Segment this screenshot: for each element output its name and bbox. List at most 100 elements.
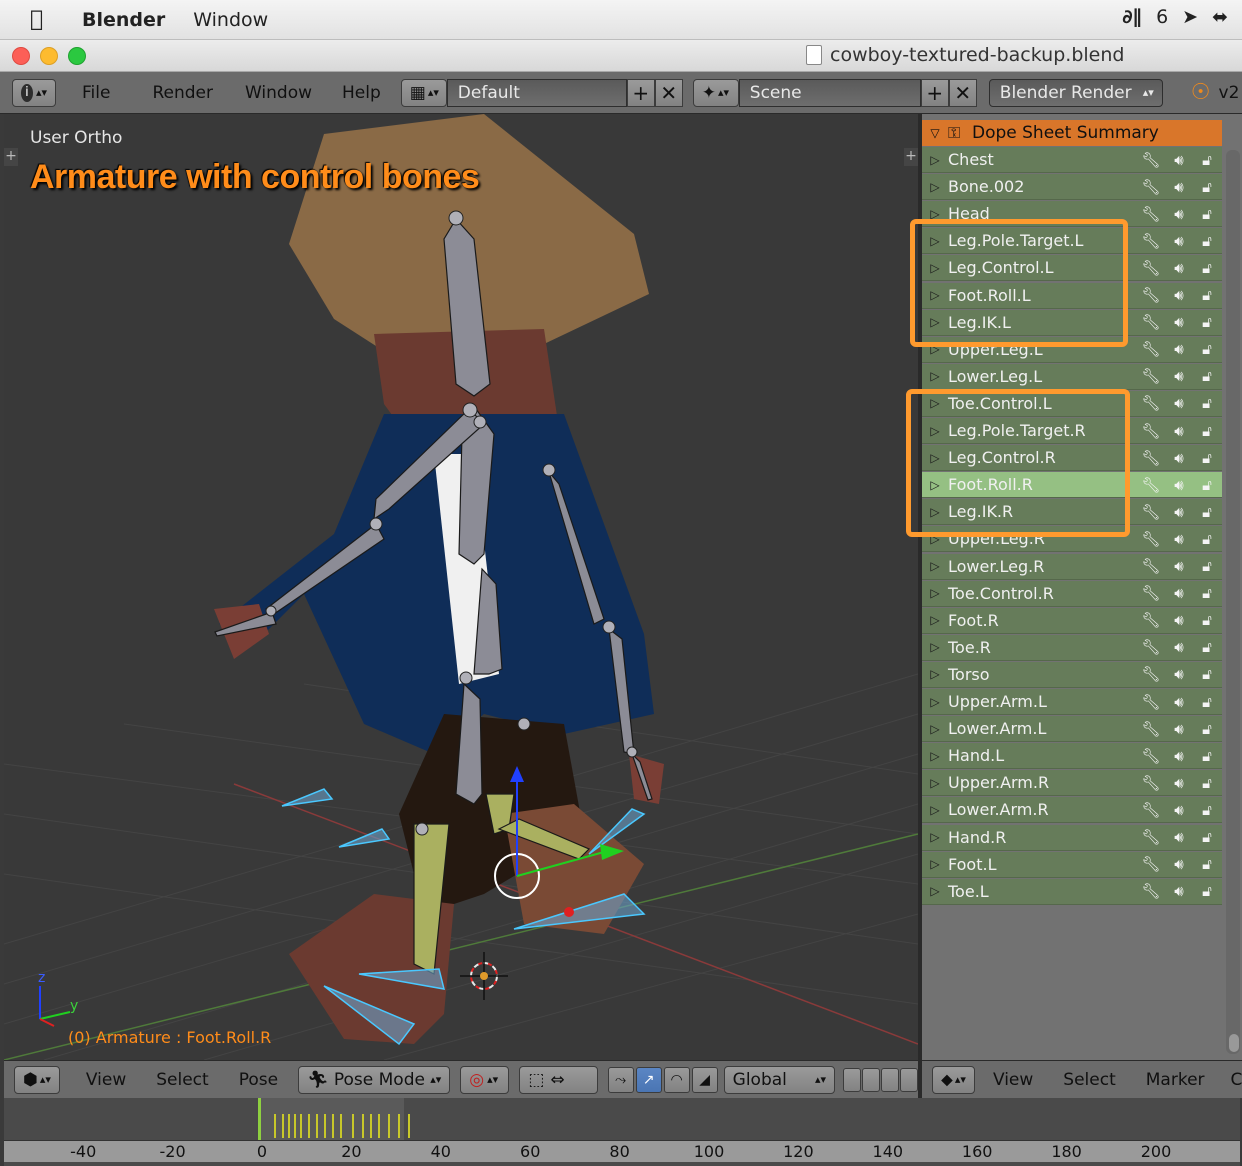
expand-triangle-icon[interactable]: ▷ bbox=[922, 369, 948, 383]
channel-row[interactable]: ▷ Toe.R 🔧︎ 🔊︎ 🔓︎ bbox=[922, 634, 1222, 661]
wrench-icon[interactable]: 🔧︎ bbox=[1140, 747, 1162, 765]
wrench-icon[interactable]: 🔧︎ bbox=[1140, 530, 1162, 548]
speaker-icon[interactable]: 🔊︎ bbox=[1168, 828, 1190, 846]
screen-layout-icon-button[interactable]: ▦ ▴▾ bbox=[400, 78, 447, 107]
adobe-icon[interactable]: ∂∥ bbox=[1122, 6, 1142, 28]
lock-icon[interactable]: 🔓︎ bbox=[1196, 178, 1218, 196]
add-layout-button[interactable]: + bbox=[626, 78, 655, 107]
menu-c[interactable]: C bbox=[1231, 1070, 1242, 1090]
speaker-icon[interactable]: 🔊︎ bbox=[1168, 530, 1190, 548]
channel-row[interactable]: ▷ Lower.Leg.R 🔧︎ 🔊︎ 🔓︎ bbox=[922, 553, 1222, 580]
add-scene-button[interactable]: + bbox=[920, 78, 949, 107]
lock-icon[interactable]: 🔓︎ bbox=[1196, 286, 1218, 304]
timeline[interactable]: -40 -20 0 20 40 60 80 100 120 140 160 180 200 bbox=[4, 1098, 1240, 1166]
menu-pose[interactable]: Pose bbox=[239, 1070, 278, 1090]
expand-triangle-icon[interactable]: ▷ bbox=[922, 884, 948, 898]
speaker-icon[interactable]: 🔊︎ bbox=[1168, 584, 1190, 602]
delete-scene-button[interactable]: ✕ bbox=[948, 78, 977, 107]
speaker-icon[interactable]: 🔊︎ bbox=[1168, 882, 1190, 900]
speaker-icon[interactable]: 🔊︎ bbox=[1168, 774, 1190, 792]
menu-view[interactable]: View bbox=[993, 1070, 1033, 1090]
wrench-icon[interactable]: 🔧︎ bbox=[1140, 259, 1162, 277]
dope-sheet-summary-row[interactable]: ▽ ⚿ Dope Sheet Summary bbox=[922, 120, 1222, 146]
orientation-dropdown[interactable]: Global ▴▾ bbox=[723, 1065, 835, 1094]
speaker-icon[interactable]: 🔊︎ bbox=[1168, 422, 1190, 440]
channel-row[interactable]: ▷ Lower.Arm.R 🔧︎ 🔊︎ 🔓︎ bbox=[922, 797, 1222, 824]
speaker-icon[interactable]: 🔊︎ bbox=[1168, 205, 1190, 223]
lock-icon[interactable]: 🔓︎ bbox=[1196, 151, 1218, 169]
speaker-icon[interactable]: 🔊︎ bbox=[1168, 449, 1190, 467]
speaker-icon[interactable]: 🔊︎ bbox=[1168, 259, 1190, 277]
speaker-icon[interactable]: 🔊︎ bbox=[1168, 151, 1190, 169]
speaker-icon[interactable]: 🔊︎ bbox=[1168, 720, 1190, 738]
lock-icon[interactable]: 🔓︎ bbox=[1196, 503, 1218, 521]
layer-button[interactable] bbox=[899, 1067, 918, 1092]
wrench-icon[interactable]: 🔧︎ bbox=[1140, 476, 1162, 494]
layer-button[interactable] bbox=[880, 1067, 899, 1092]
app-menu-blender[interactable]: Blender bbox=[82, 9, 165, 31]
speaker-icon[interactable]: 🔊︎ bbox=[1168, 503, 1190, 521]
fit-view-icon[interactable]: ⇔ bbox=[550, 1070, 564, 1090]
3d-viewport[interactable]: z y + + User Ortho Armature with control… bbox=[4, 114, 918, 1060]
speaker-icon[interactable]: 🔊︎ bbox=[1168, 394, 1190, 412]
manipulator-toggle-icon[interactable]: ⤳ bbox=[607, 1066, 634, 1093]
speaker-icon[interactable]: 🔊︎ bbox=[1168, 557, 1190, 575]
channel-row[interactable]: ▷ Toe.Control.R 🔧︎ 🔊︎ 🔓︎ bbox=[922, 580, 1222, 607]
wrench-icon[interactable]: 🔧︎ bbox=[1140, 638, 1162, 656]
forward-icon[interactable]: ➤ bbox=[1182, 6, 1198, 28]
apple-icon[interactable]:  bbox=[30, 7, 52, 32]
menu-window[interactable]: Window bbox=[193, 9, 268, 31]
menu-render[interactable]: Render bbox=[152, 83, 213, 103]
layout-name-field[interactable]: Default bbox=[446, 78, 627, 107]
scrollbar-thumb[interactable] bbox=[1229, 1034, 1239, 1052]
expand-triangle-icon[interactable]: ▷ bbox=[922, 180, 948, 194]
speaker-icon[interactable]: 🔊︎ bbox=[1168, 693, 1190, 711]
translate-icon[interactable]: ↗ bbox=[635, 1066, 662, 1093]
expand-triangle-icon[interactable]: ▷ bbox=[922, 613, 948, 627]
wrench-icon[interactable]: 🔧︎ bbox=[1140, 828, 1162, 846]
close-button[interactable] bbox=[12, 46, 30, 65]
lock-icon[interactable]: 🔓︎ bbox=[1196, 693, 1218, 711]
lock-icon[interactable]: 🔓︎ bbox=[1196, 557, 1218, 575]
channel-row[interactable]: ▷ Foot.L 🔧︎ 🔊︎ 🔓︎ bbox=[922, 851, 1222, 878]
maximize-button[interactable] bbox=[68, 46, 86, 65]
wrench-icon[interactable]: 🔧︎ bbox=[1140, 151, 1162, 169]
collapse-triangle-icon[interactable]: ▽ bbox=[922, 126, 948, 140]
minimize-button[interactable] bbox=[40, 46, 58, 65]
editor-type-info-button[interactable]: i ▴▾ bbox=[12, 78, 56, 107]
speaker-icon[interactable]: 🔊︎ bbox=[1168, 611, 1190, 629]
view-buttons[interactable]: ⬚ ⇔ bbox=[519, 1065, 598, 1094]
lock-icon[interactable]: 🔓︎ bbox=[1196, 882, 1218, 900]
wrench-icon[interactable]: 🔧︎ bbox=[1140, 611, 1162, 629]
wrench-icon[interactable]: 🔧︎ bbox=[1140, 394, 1162, 412]
toolshelf-expand-button[interactable]: + bbox=[4, 148, 18, 166]
speaker-icon[interactable]: 🔊︎ bbox=[1168, 286, 1190, 304]
lock-icon[interactable]: 🔓︎ bbox=[1196, 340, 1218, 358]
expand-triangle-icon[interactable]: ▷ bbox=[922, 803, 948, 817]
wrench-icon[interactable]: 🔧︎ bbox=[1140, 720, 1162, 738]
lock-icon[interactable]: 🔓︎ bbox=[1196, 232, 1218, 250]
lock-icon[interactable]: 🔓︎ bbox=[1196, 747, 1218, 765]
wrench-icon[interactable]: 🔧︎ bbox=[1140, 665, 1162, 683]
wrench-icon[interactable]: 🔧︎ bbox=[1140, 503, 1162, 521]
wrench-icon[interactable]: 🔧︎ bbox=[1140, 693, 1162, 711]
move-icon[interactable]: ⬌ bbox=[1212, 6, 1228, 28]
menu-view[interactable]: View bbox=[86, 1070, 126, 1090]
speaker-icon[interactable]: 🔊︎ bbox=[1168, 340, 1190, 358]
speaker-icon[interactable]: 🔊︎ bbox=[1168, 638, 1190, 656]
expand-triangle-icon[interactable]: ▷ bbox=[922, 857, 948, 871]
speaker-icon[interactable]: 🔊︎ bbox=[1168, 232, 1190, 250]
menu-select[interactable]: Select bbox=[156, 1070, 208, 1090]
layer-button[interactable] bbox=[842, 1067, 861, 1092]
frame-selected-icon[interactable]: ⬚ bbox=[528, 1070, 544, 1090]
lock-icon[interactable]: 🔓︎ bbox=[1196, 828, 1218, 846]
wrench-icon[interactable]: 🔧︎ bbox=[1140, 449, 1162, 467]
wrench-icon[interactable]: 🔧︎ bbox=[1140, 205, 1162, 223]
lock-icon[interactable]: 🔓︎ bbox=[1196, 855, 1218, 873]
wrench-icon[interactable]: 🔧︎ bbox=[1140, 774, 1162, 792]
wrench-icon[interactable]: 🔧︎ bbox=[1140, 178, 1162, 196]
menu-file[interactable]: File bbox=[82, 83, 110, 103]
channel-row[interactable]: ▷ Hand.R 🔧︎ 🔊︎ 🔓︎ bbox=[922, 824, 1222, 851]
channel-row[interactable]: ▷ Upper.Arm.L 🔧︎ 🔊︎ 🔓︎ bbox=[922, 689, 1222, 715]
speaker-icon[interactable]: 🔊︎ bbox=[1168, 801, 1190, 819]
